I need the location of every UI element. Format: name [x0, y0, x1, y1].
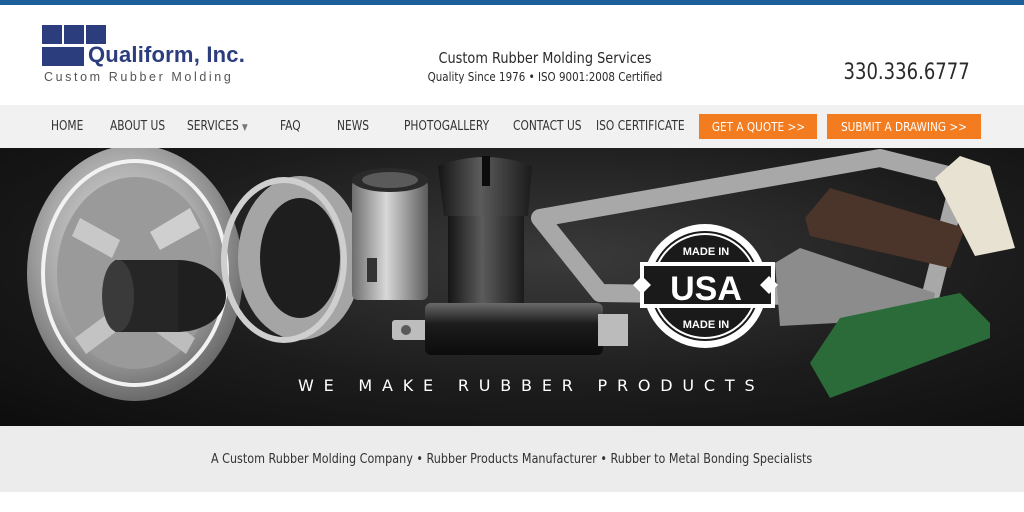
badge-main-text: USA: [670, 270, 742, 308]
get-a-quote-button[interactable]: GET A QUOTE >>: [699, 114, 817, 139]
black-rubber-cap-part: [438, 156, 532, 306]
header-tagline: Custom Rubber Molding Services Quality S…: [380, 49, 710, 84]
site-header: Qualiform, Inc. Custom Rubber Molding Cu…: [0, 5, 1024, 105]
header-subtitle: Quality Since 1976 • ISO 9001:2008 Certi…: [427, 70, 663, 84]
header-title: Custom Rubber Molding Services: [438, 49, 652, 67]
get-a-quote-label: GET A QUOTE >>: [711, 119, 805, 134]
nav-faq[interactable]: FAQ: [280, 105, 301, 148]
badge-bottom-text: MADE IN: [683, 319, 730, 331]
rubber-roller-part: [392, 303, 628, 355]
made-in-usa-badge: MADE IN USA MADE IN: [633, 224, 778, 348]
phone-number[interactable]: 330.336.6777: [844, 60, 970, 85]
rubber-ring-part: [221, 176, 362, 343]
nav-photogallery[interactable]: PHOTOGALLERY: [404, 105, 489, 148]
submit-drawing-button[interactable]: SUBMIT A DRAWING >>: [827, 114, 981, 139]
nav-services[interactable]: SERVICES ▼: [187, 105, 248, 148]
nav-iso-certificate[interactable]: ISO CERTIFICATE: [596, 105, 685, 148]
door-stop-brown: [805, 188, 965, 268]
specialties-strip: A Custom Rubber Molding Company • Rubber…: [0, 426, 1024, 492]
chevron-down-icon: ▼: [241, 123, 248, 133]
hero-banner: MADE IN USA MADE IN WE MAKE RUBBER PRODU…: [0, 148, 1024, 426]
nav-contact-us[interactable]: CONTACT US: [513, 105, 582, 148]
nav-news[interactable]: NEWS: [337, 105, 369, 148]
submit-drawing-label: SUBMIT A DRAWING >>: [841, 119, 967, 134]
nav-home[interactable]: HOME: [51, 105, 83, 148]
logo-tagline: Custom Rubber Molding: [44, 70, 234, 84]
metal-bushing-part: [352, 168, 428, 300]
specialties-text: A Custom Rubber Molding Company • Rubber…: [211, 452, 813, 467]
main-navigation: HOME ABOUT US SERVICES ▼ FAQ NEWS PHOTOGA…: [0, 105, 1024, 148]
hero-caption: WE MAKE RUBBER PRODUCTS: [298, 376, 765, 395]
nav-services-label: SERVICES: [187, 119, 239, 134]
aluminum-wheel-part: [27, 148, 243, 401]
logo-company-name: Qualiform, Inc.: [88, 42, 246, 67]
company-logo[interactable]: Qualiform, Inc. Custom Rubber Molding: [42, 25, 272, 89]
badge-top-text: MADE IN: [683, 246, 730, 258]
nav-about-us[interactable]: ABOUT US: [110, 105, 165, 148]
